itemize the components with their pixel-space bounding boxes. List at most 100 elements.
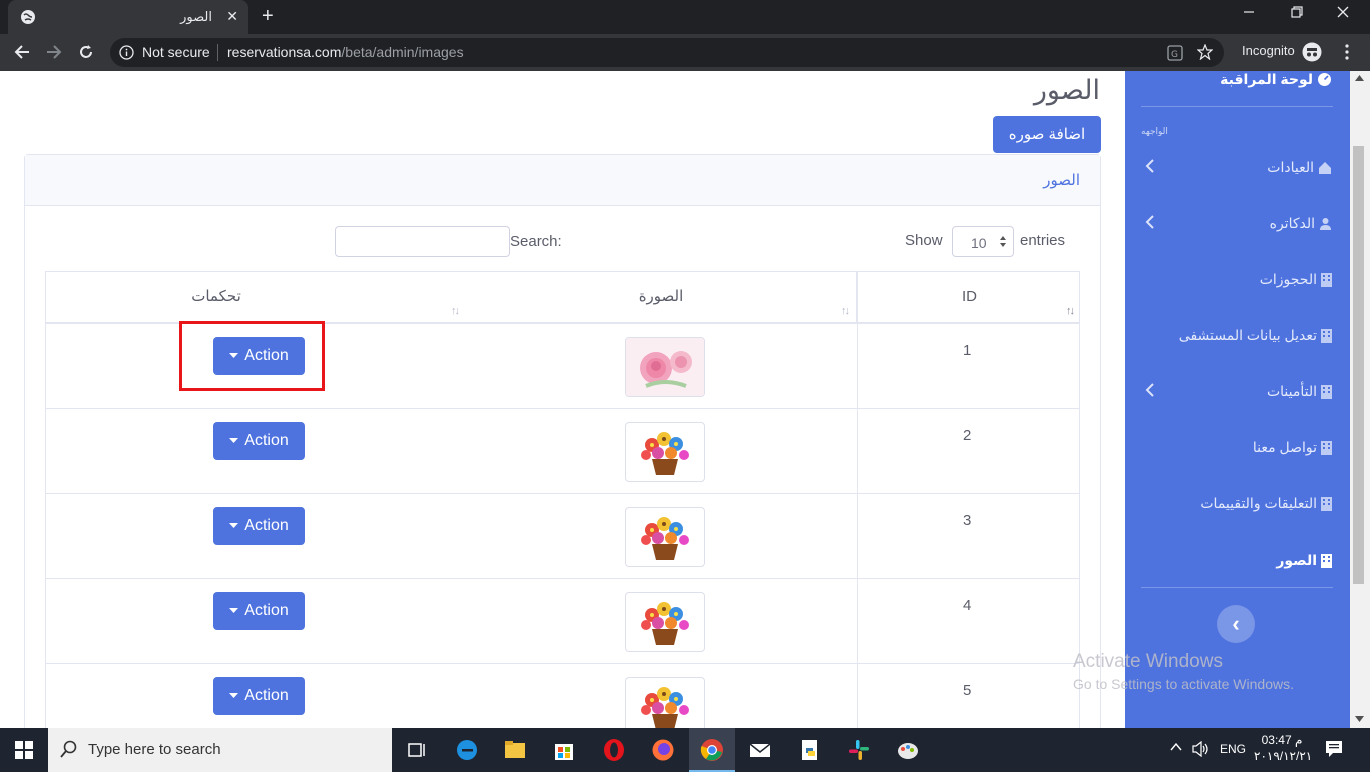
windows-start-icon[interactable] [15, 741, 33, 759]
scrollbar-thumb[interactable] [1353, 146, 1364, 584]
activate-windows-watermark: Activate Windows Go to Settings to activ… [1073, 651, 1294, 692]
taskbar-clock[interactable]: 03:47 م ٢٠١٩/١٢/٢١ [1254, 733, 1312, 763]
mail-icon[interactable] [748, 738, 772, 762]
sidebar-divider [1141, 106, 1333, 107]
action-label: Action [244, 432, 289, 449]
store-icon[interactable] [552, 738, 576, 762]
flower-basket-image[interactable] [625, 592, 705, 652]
incognito-icon[interactable] [1302, 42, 1322, 62]
scroll-up-icon[interactable] [1355, 75, 1364, 81]
reload-icon[interactable] [78, 44, 94, 60]
sidebar-item-images[interactable]: الصور [1276, 552, 1332, 569]
translate-icon[interactable]: G [1167, 45, 1183, 61]
table-header: ID ↑↓ الصورة ↑↓ تحكمات ↑↓ [46, 272, 1079, 324]
column-header-label: ID [962, 288, 977, 305]
add-image-button[interactable]: اضافة صوره [993, 116, 1101, 153]
window-close-icon[interactable] [1337, 6, 1349, 18]
rose-image[interactable] [625, 337, 705, 397]
minimize-icon[interactable] [1243, 6, 1255, 18]
show-label: Show [905, 232, 943, 249]
slack-icon[interactable] [847, 738, 871, 762]
flower-basket-image[interactable] [625, 507, 705, 567]
column-header-id[interactable]: ID ↑↓ [858, 272, 1081, 322]
building-icon [1321, 496, 1332, 511]
sidebar: لوحة المراقبة الواجهه العيادات الدكاتره … [1125, 71, 1350, 728]
opera-icon[interactable] [602, 738, 626, 762]
bookmark-star-icon[interactable] [1197, 44, 1213, 60]
sidebar-item-dashboard[interactable]: لوحة المراقبة [1220, 71, 1332, 88]
volume-icon[interactable] [1192, 741, 1210, 757]
divider [217, 44, 218, 61]
firefox-icon[interactable] [651, 738, 675, 762]
hospital-icon [1318, 161, 1332, 175]
sidebar-item-label: الدكاتره [1269, 215, 1315, 231]
chevron-left-icon[interactable] [1145, 382, 1155, 398]
back-arrow-icon[interactable] [14, 44, 30, 60]
chevron-left-icon[interactable] [1145, 214, 1155, 230]
tab-title: الصور [180, 9, 212, 24]
file-explorer-icon[interactable] [503, 738, 527, 762]
language-indicator[interactable]: ENG [1220, 742, 1246, 756]
menu-dots-icon[interactable] [1344, 43, 1350, 61]
chevron-up-icon[interactable] [1170, 743, 1182, 751]
tab-close-icon[interactable]: ✕ [226, 8, 238, 25]
search-icon [60, 740, 78, 758]
row-id: 1 [963, 342, 972, 359]
row-id: 3 [963, 512, 972, 529]
sidebar-item-reviews[interactable]: التعليقات والتقييمات [1200, 495, 1332, 512]
sidebar-divider [1141, 587, 1333, 588]
action-dropdown-button[interactable]: Action [213, 592, 305, 630]
sidebar-item-insurance[interactable]: التأمينات [1267, 383, 1332, 400]
sidebar-toggle-button[interactable]: ‹ [1217, 605, 1255, 643]
sidebar-item-label: الحجوزات [1259, 271, 1317, 287]
flower-basket-image[interactable] [625, 677, 705, 728]
taskbar-search-box[interactable]: Type here to search [48, 728, 392, 772]
action-dropdown-button[interactable]: Action [213, 677, 305, 715]
sidebar-item-label: التعليقات والتقييمات [1200, 495, 1317, 511]
url-text[interactable]: reservationsa.com/beta/admin/images [227, 44, 464, 60]
chrome-icon[interactable] [700, 738, 724, 762]
task-view-icon[interactable] [405, 738, 429, 762]
flower-basket-image[interactable] [625, 422, 705, 482]
action-dropdown-button[interactable]: Action [213, 507, 305, 545]
sidebar-item-contact[interactable]: تواصل معنا [1253, 439, 1332, 456]
sidebar-item-bookings[interactable]: الحجوزات [1260, 271, 1332, 288]
new-tab-button[interactable]: + [262, 5, 274, 28]
sort-updown-icon [999, 235, 1007, 248]
sidebar-item-hospital-info[interactable]: تعديل بيانات المستشفى [1179, 327, 1332, 344]
building-icon [1321, 272, 1332, 287]
column-header-image[interactable]: الصورة ↑↓ [466, 272, 857, 322]
incognito-label: Incognito [1242, 43, 1295, 58]
column-header-controls[interactable]: تحكمات ↑↓ [46, 272, 466, 322]
globe-icon [20, 9, 36, 25]
security-label: Not secure [142, 44, 210, 60]
info-icon[interactable] [119, 45, 134, 60]
search-input[interactable] [335, 226, 510, 257]
building-icon [1321, 440, 1332, 455]
card-header: الصور [25, 155, 1100, 206]
edge-icon[interactable] [455, 738, 479, 762]
building-icon [1321, 384, 1332, 399]
table-row: 4 Action [46, 579, 1079, 664]
sidebar-item-label: تعديل بيانات المستشفى [1178, 327, 1317, 343]
scroll-down-icon[interactable] [1355, 716, 1364, 722]
action-label: Action [244, 517, 289, 534]
user-md-icon [1319, 217, 1332, 231]
page-length-select[interactable]: 10 [952, 226, 1014, 257]
sidebar-heading: الواجهه [1141, 126, 1168, 136]
url-host: reservationsa.com [227, 44, 342, 60]
action-dropdown-button[interactable]: Action [213, 422, 305, 460]
taskbar-search-placeholder: Type here to search [88, 741, 221, 758]
restore-icon[interactable] [1291, 6, 1303, 18]
forward-arrow-icon[interactable] [46, 44, 62, 60]
chevron-left-icon[interactable] [1145, 158, 1155, 174]
python-file-icon[interactable] [798, 738, 822, 762]
address-bar[interactable]: Not secure reservationsa.com/beta/admin/… [110, 38, 1224, 67]
sidebar-item-clinics[interactable]: العيادات [1267, 159, 1332, 176]
sidebar-item-doctors[interactable]: الدكاتره [1270, 215, 1332, 232]
paint-icon[interactable] [896, 738, 920, 762]
browser-tab[interactable]: الصور ✕ [8, 0, 248, 34]
row-id: 4 [963, 597, 972, 614]
action-label: Action [244, 602, 289, 619]
notifications-icon[interactable] [1325, 740, 1343, 758]
